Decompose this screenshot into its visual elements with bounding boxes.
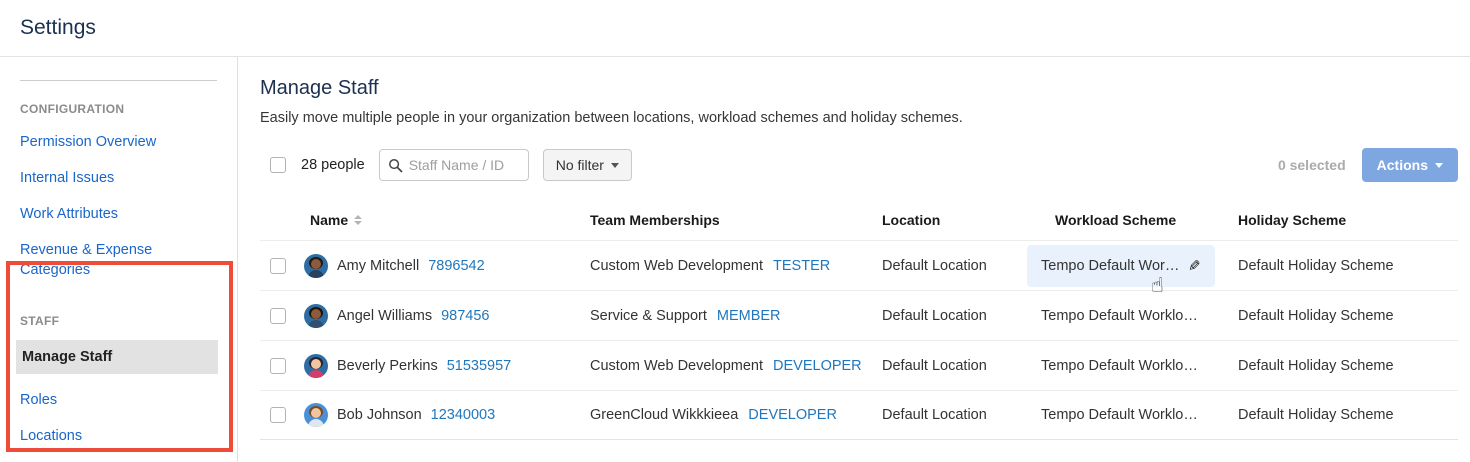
column-header[interactable]: Workload Scheme	[1055, 212, 1238, 228]
holiday-scheme-value: Default Holiday Scheme	[1238, 358, 1394, 374]
workload-scheme-value: Tempo Default Worklo…	[1041, 407, 1198, 423]
people-count: 28 people	[301, 157, 365, 173]
avatar	[304, 403, 328, 427]
avatar-body	[308, 270, 324, 278]
location-value: Default Location	[882, 258, 987, 274]
column-header-label: Location	[882, 212, 940, 228]
table-row: Bob Johnson 12340003 GreenCloud Wikkkiee…	[260, 390, 1458, 440]
workload-scheme-value: Tempo Default Wor…	[1041, 258, 1179, 274]
team-name: Custom Web Development	[590, 258, 763, 274]
sidebar-item[interactable]: Manage Staff	[16, 340, 218, 374]
column-header[interactable]: Team Memberships	[590, 212, 882, 228]
workload-scheme-cell[interactable]: Tempo Default Wor… ✎	[1027, 245, 1215, 287]
row-checkbox[interactable]	[270, 407, 286, 423]
sort-icon[interactable]	[354, 215, 362, 225]
sidebar-item[interactable]: Permission Overview	[20, 132, 196, 152]
team-name: GreenCloud Wikkkieea	[590, 407, 738, 423]
avatar-face	[311, 309, 321, 319]
column-header-label: Holiday Scheme	[1238, 212, 1346, 228]
avatar-face	[311, 359, 321, 369]
caret-down-icon	[1435, 163, 1443, 168]
staff-name: Angel Williams	[337, 308, 432, 324]
workload-scheme-cell[interactable]: Tempo Default Worklo… ✎	[1027, 395, 1212, 435]
section-description: Easily move multiple people in your orga…	[260, 110, 1458, 126]
staff-name: Amy Mitchell	[337, 258, 419, 274]
row-checkbox[interactable]	[270, 358, 286, 374]
staff-table: Name Team Memberships Location W	[260, 200, 1458, 440]
team-name: Custom Web Development	[590, 358, 763, 374]
location-value: Default Location	[882, 358, 987, 374]
column-header[interactable]: Name	[304, 212, 590, 228]
caret-down-icon	[611, 163, 619, 168]
search-input[interactable]	[409, 157, 519, 173]
sidebar-item[interactable]: Roles	[20, 390, 196, 410]
sidebar-item[interactable]: Internal Issues	[20, 168, 196, 188]
workload-scheme-cell[interactable]: Tempo Default Worklo… ✎	[1027, 346, 1212, 386]
avatar	[304, 254, 328, 278]
avatar-face	[311, 259, 321, 269]
filter-dropdown-button[interactable]: No filter	[543, 149, 632, 181]
holiday-scheme-value: Default Holiday Scheme	[1238, 308, 1394, 324]
sidebar-item[interactable]: Revenue & Expense Categories	[20, 240, 196, 280]
holiday-scheme-value: Default Holiday Scheme	[1238, 407, 1394, 423]
staff-name: Beverly Perkins	[337, 358, 438, 374]
app-header: Settings	[0, 0, 1470, 57]
actions-label: Actions	[1377, 157, 1428, 173]
search-icon	[388, 158, 403, 173]
table-header-row: Name Team Memberships Location W	[260, 200, 1458, 240]
main-content: Manage Staff Easily move multiple people…	[238, 57, 1470, 462]
team-role-link[interactable]: MEMBER	[717, 308, 781, 324]
staff-id-link[interactable]: 51535957	[447, 358, 512, 374]
team-role-link[interactable]: TESTER	[773, 258, 830, 274]
sidebar-section-heading-staff: STAFF	[20, 314, 217, 328]
staff-search-box[interactable]	[379, 149, 529, 181]
staff-id-link[interactable]: 12340003	[431, 407, 496, 423]
filter-label: No filter	[556, 157, 604, 173]
staff-name: Bob Johnson	[337, 407, 422, 423]
avatar-body	[308, 419, 324, 427]
holiday-scheme-value: Default Holiday Scheme	[1238, 258, 1394, 274]
column-header[interactable]: Location	[882, 212, 1055, 228]
page-title: Settings	[20, 16, 1450, 40]
location-value: Default Location	[882, 308, 987, 324]
column-header-label: Team Memberships	[590, 212, 720, 228]
edit-pencil-icon[interactable]: ✎	[1188, 257, 1201, 275]
selected-count: 0 selected	[1278, 157, 1346, 173]
team-role-link[interactable]: DEVELOPER	[748, 407, 837, 423]
column-header-label: Workload Scheme	[1055, 212, 1176, 228]
staff-id-link[interactable]: 7896542	[428, 258, 484, 274]
avatar-body	[308, 320, 324, 328]
avatar	[304, 304, 328, 328]
workload-scheme-value: Tempo Default Worklo…	[1041, 308, 1198, 324]
location-value: Default Location	[882, 407, 987, 423]
settings-sidebar: CONFIGURATION Permission Overview Intern…	[0, 57, 238, 462]
workload-scheme-cell[interactable]: Tempo Default Worklo… ✎	[1027, 296, 1212, 336]
avatar-body	[308, 370, 324, 378]
column-header[interactable]: Holiday Scheme	[1238, 212, 1458, 228]
table-row: Beverly Perkins 51535957 Custom Web Deve…	[260, 340, 1458, 390]
staff-toolbar: 28 people No filter 0 selected Actions	[260, 148, 1458, 182]
team-role-link[interactable]: DEVELOPER	[773, 358, 862, 374]
avatar-face	[311, 408, 321, 418]
sidebar-divider	[20, 80, 217, 81]
row-checkbox[interactable]	[270, 258, 286, 274]
table-row: Angel Williams 987456 Service & Support …	[260, 290, 1458, 340]
actions-button[interactable]: Actions	[1362, 148, 1458, 182]
row-checkbox[interactable]	[270, 308, 286, 324]
team-name: Service & Support	[590, 308, 707, 324]
avatar	[304, 354, 328, 378]
section-title: Manage Staff	[260, 77, 1458, 100]
sidebar-section-heading-configuration: CONFIGURATION	[20, 102, 217, 116]
select-all-checkbox[interactable]	[270, 157, 286, 173]
sidebar-item[interactable]: Work Attributes	[20, 204, 196, 224]
staff-id-link[interactable]: 987456	[441, 308, 489, 324]
workload-scheme-value: Tempo Default Worklo…	[1041, 358, 1198, 374]
table-row: Amy Mitchell 7896542 Custom Web Developm…	[260, 240, 1458, 290]
column-header-label: Name	[310, 212, 348, 228]
sidebar-item[interactable]: Locations	[20, 426, 196, 446]
